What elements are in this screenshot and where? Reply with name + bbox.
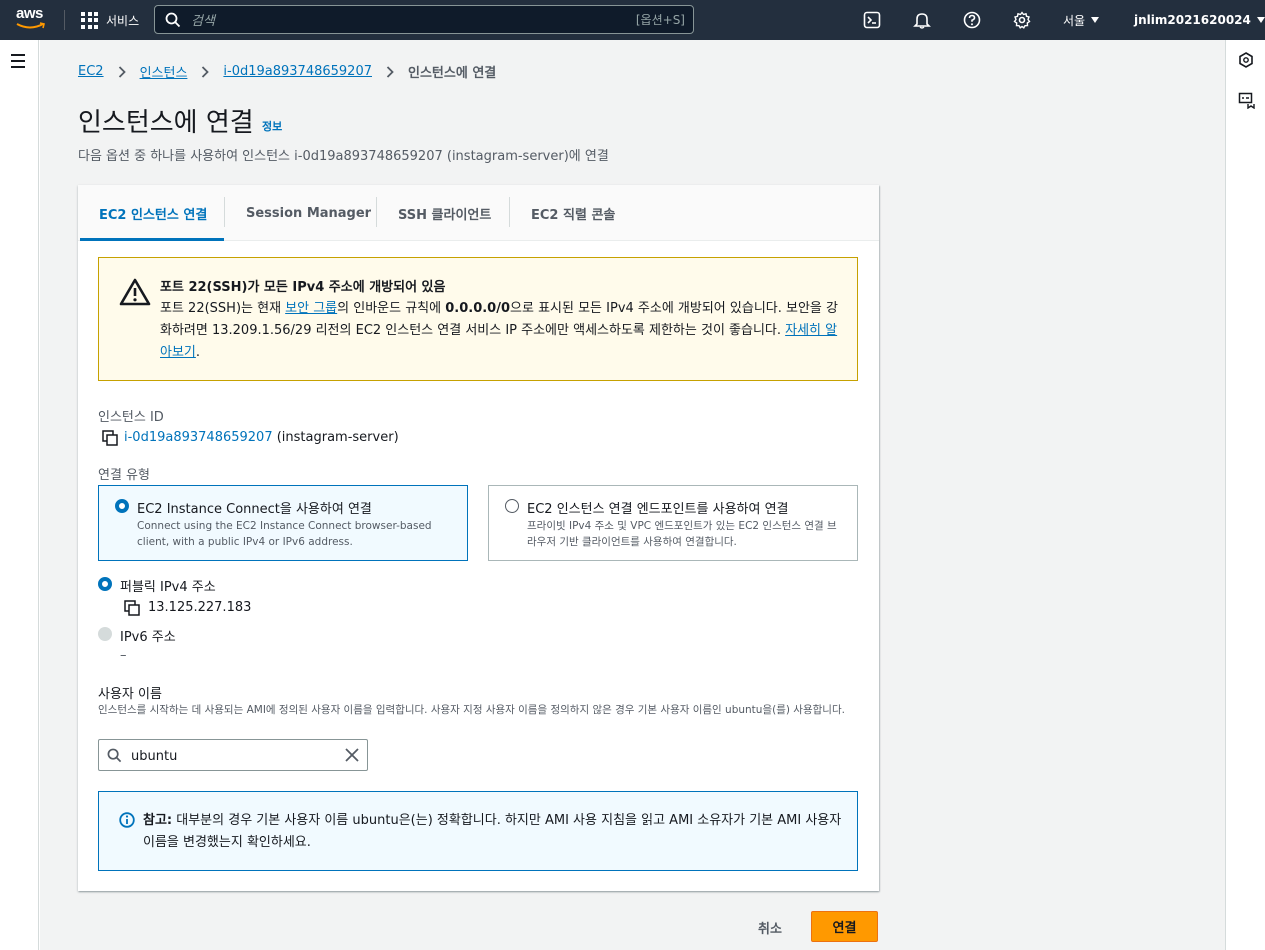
security-group-link[interactable]: 보안 그룹 (285, 301, 337, 316)
public-ipv4-label: 퍼블릭 IPv4 주소 (120, 580, 216, 595)
instance-id-value: i-0d19a893748659207 (instagram-server) (124, 430, 399, 445)
warning-alert: 포트 22(SSH)가 모든 IPv4 주소에 개방되어 있음 포트 22(SS… (98, 257, 858, 381)
warning-title: 포트 22(SSH)가 모든 IPv4 주소에 개방되어 있음 (160, 280, 446, 295)
right-rail (1225, 40, 1265, 950)
cancel-button[interactable]: 취소 (742, 912, 798, 942)
copy-icon[interactable] (124, 600, 140, 616)
note-prefix: 참고: (143, 813, 173, 828)
breadcrumb-current: 인스턴스에 연결 (408, 66, 497, 81)
option-title: EC2 Instance Connect을 사용하여 연결 (137, 502, 372, 517)
username-field[interactable] (98, 739, 368, 771)
left-rail (0, 40, 39, 950)
services-menu-button[interactable]: 서비스 (81, 0, 139, 40)
connect-card: EC2 인스턴스 연결 Session Manager SSH 클라이언트 EC… (78, 185, 879, 891)
account-menu[interactable]: jnlim2021620024 (1134, 0, 1265, 40)
region-selector[interactable]: 서울 (1063, 0, 1100, 40)
info-body: 참고: 대부분의 경우 기본 사용자 이름 ubuntu은(는) 정확합니다. … (143, 813, 842, 850)
gear-icon[interactable] (1012, 10, 1032, 30)
option-description: 프라이빗 IPv4 주소 및 VPC 엔드포인트가 있는 EC2 인스턴스 연결… (527, 520, 837, 548)
connection-option-endpoint[interactable]: EC2 인스턴스 연결 엔드포인트를 사용하여 연결 프라이빗 IPv4 주소 … (488, 485, 858, 561)
info-link[interactable]: 정보 (262, 118, 282, 134)
chevron-right-icon (201, 65, 210, 78)
instance-id-link[interactable]: i-0d19a893748659207 (124, 430, 273, 445)
help-icon[interactable] (962, 10, 982, 30)
tab-ec2-instance-connect[interactable]: EC2 인스턴스 연결 (99, 185, 207, 241)
radio-unselected[interactable] (505, 499, 519, 513)
caret-down-icon (1256, 17, 1265, 23)
warning-body: 포트 22(SSH)는 현재 보안 그룹의 인바운드 규칙에 0.0.0.0/0… (160, 301, 838, 360)
cidr-value: 0.0.0.0/0 (445, 301, 511, 316)
tab-ec2-serial-console[interactable]: EC2 직렬 콘솔 (531, 185, 615, 241)
breadcrumb: EC2 인스턴스 i-0d19a893748659207 인스턴스에 연결 (78, 62, 496, 81)
tab-divider (376, 197, 377, 227)
radio-selected[interactable] (115, 499, 129, 513)
tab-divider (224, 197, 225, 227)
search-icon (165, 12, 181, 27)
page-title: 인스턴스에 연결 (78, 108, 254, 138)
top-navigation: aws 서비스 검색 [옵션+S] 서울 jnlim2021620024 (0, 0, 1265, 40)
tab-session-manager[interactable]: Session Manager (246, 185, 371, 241)
connection-option-instance-connect[interactable]: EC2 Instance Connect을 사용하여 연결 Connect us… (98, 485, 468, 561)
breadcrumb-ec2[interactable]: EC2 (78, 64, 104, 79)
breadcrumb-instance-id[interactable]: i-0d19a893748659207 (223, 64, 372, 79)
chevron-right-icon (386, 65, 394, 78)
search-shortcut-hint: [옵션+S] (635, 13, 685, 27)
active-tab-indicator (80, 238, 224, 241)
option-title: EC2 인스턴스 연결 엔드포인트를 사용하여 연결 (527, 502, 789, 517)
aws-smile-icon (16, 22, 45, 29)
instance-id-label: 인스턴스 ID (98, 410, 164, 425)
account-name: jnlim2021620024 (1134, 13, 1251, 27)
tab-ssh-client[interactable]: SSH 클라이언트 (398, 185, 491, 241)
tab-list: EC2 인스턴스 연결 Session Manager SSH 클라이언트 EC… (78, 185, 879, 241)
info-icon (119, 812, 135, 828)
nav-divider (64, 10, 65, 30)
cloudshell-icon[interactable] (862, 10, 882, 30)
aws-logo-text: aws (16, 5, 43, 22)
option-description: Connect using the EC2 Instance Connect b… (137, 520, 432, 548)
copy-icon[interactable] (102, 430, 118, 446)
tab-divider (509, 197, 510, 227)
ipv6-value: – (120, 648, 127, 663)
username-input[interactable] (131, 746, 331, 766)
global-search-input[interactable]: 검색 [옵션+S] (154, 5, 694, 34)
public-ipv4-value: 13.125.227.183 (148, 600, 252, 615)
warning-icon (119, 278, 151, 306)
username-description: 인스턴스를 시작하는 데 사용되는 AMI에 정의된 사용자 이름을 입력합니다… (98, 704, 845, 716)
connection-type-label: 연결 유형 (98, 468, 150, 483)
radio-ipv6-disabled (98, 627, 112, 641)
radio-public-ipv4[interactable] (98, 577, 112, 591)
page-description: 다음 옵션 중 하나를 사용하여 인스턴스 i-0d19a89374865920… (78, 149, 609, 164)
connect-button[interactable]: 연결 (811, 911, 878, 942)
hamburger-menu-icon[interactable] (11, 54, 25, 72)
caret-down-icon (1091, 17, 1100, 23)
chevron-right-icon (118, 65, 126, 78)
breadcrumb-instances[interactable]: 인스턴스 (140, 62, 188, 81)
info-alert: 참고: 대부분의 경우 기본 사용자 이름 ubuntu은(는) 정확합니다. … (98, 791, 858, 871)
search-icon (107, 748, 122, 763)
grid-icon (81, 11, 98, 29)
ipv6-label: IPv6 주소 (120, 630, 176, 645)
services-label: 서비스 (106, 13, 140, 28)
clear-icon[interactable] (345, 748, 359, 762)
feedback-icon[interactable] (1238, 92, 1255, 109)
region-label: 서울 (1063, 13, 1086, 28)
bell-icon[interactable] (912, 10, 932, 30)
hexagon-info-icon[interactable] (1238, 52, 1254, 68)
aws-logo[interactable]: aws (16, 5, 48, 33)
username-label: 사용자 이름 (98, 687, 162, 702)
search-placeholder: 검색 (191, 14, 215, 29)
